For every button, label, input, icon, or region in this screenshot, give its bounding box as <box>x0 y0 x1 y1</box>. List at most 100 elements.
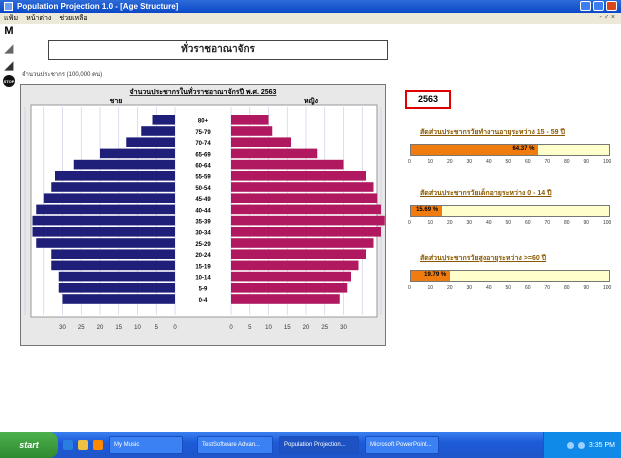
age-label: 20-24 <box>195 253 211 259</box>
age-label: 30-34 <box>195 231 211 237</box>
age-label: 35-39 <box>195 220 211 226</box>
x-tick-label: 0 <box>229 325 233 331</box>
female-bar-15-19 <box>231 260 359 271</box>
male-bar-80+ <box>152 115 175 125</box>
ratio-axis-tick: 10 <box>427 159 434 165</box>
main-client-area: M ◢ ◢ STOP ทั่วราชอาณาจักร จำนวนประชากร … <box>0 24 621 432</box>
ratio-progress-bar: 15.69 % <box>410 205 610 217</box>
ratio-title: สัดส่วนประชากรวัยทำงานอายุระหว่าง 15 - 5… <box>420 129 565 136</box>
ratio-axis-tick: 70 <box>544 285 551 291</box>
ratio-axis-tick: 50 <box>505 285 512 291</box>
female-bar-25-29 <box>231 238 374 248</box>
app-icon <box>4 2 13 11</box>
ratio-progress-bar: 19.79 % <box>410 270 610 282</box>
ratio-axis-tick: 20 <box>447 220 453 226</box>
male-bar-15-19 <box>51 260 175 271</box>
ratio-axis: 0 10 20 30 40 50 60 70 80 90 100 <box>408 159 612 169</box>
ratio-axis-tick: 10 <box>427 220 434 226</box>
female-bar-5-9 <box>231 283 348 293</box>
female-bar-55-59 <box>231 171 366 181</box>
male-bar-55-59 <box>55 171 175 181</box>
female-label: หญิง <box>304 97 319 105</box>
close-button[interactable] <box>606 1 617 11</box>
volume-icon[interactable] <box>577 441 585 449</box>
male-bar-50-54 <box>51 182 175 192</box>
system-tray: 3:35 PM <box>543 432 621 458</box>
ie-icon[interactable] <box>63 440 73 450</box>
ratio-axis-tick: 90 <box>583 285 590 291</box>
media-player-icon[interactable] <box>93 440 103 450</box>
age-label: 15-19 <box>195 264 211 270</box>
male-bar-70-74 <box>126 137 175 147</box>
male-bar-0-4 <box>62 294 175 304</box>
mdi-child-controls[interactable]: - ♂ × <box>599 14 615 21</box>
ratio-axis-tick: 30 <box>466 159 473 165</box>
x-tick-label: 10 <box>134 325 141 331</box>
region-selector[interactable]: ทั่วราชอาณาจักร <box>48 40 388 60</box>
female-bar-40-44 <box>231 204 381 215</box>
ratio-axis-tick: 20 <box>447 285 453 291</box>
unit-note: จำนวนประชากร (100,000 คน) <box>22 72 103 78</box>
age-label: 60-64 <box>195 164 211 170</box>
ratio-axis-tick: 90 <box>583 220 590 226</box>
menu-help[interactable]: ช่วยเหลือ <box>59 13 87 24</box>
female-bar-60-64 <box>231 159 344 170</box>
male-bar-40-44 <box>36 204 175 215</box>
male-bar-5-9 <box>58 283 175 293</box>
folder-icon[interactable] <box>78 440 88 450</box>
task-powerpoint[interactable]: Microsoft PowerPoint... <box>365 436 439 454</box>
female-bar-20-24 <box>231 249 366 259</box>
chart-tool-button[interactable]: ◢ <box>3 41 15 55</box>
ratio-axis-tick: 40 <box>486 220 492 226</box>
ratio-axis-tick: 0 <box>408 285 411 291</box>
male-bar-75-79 <box>141 126 175 136</box>
ratio-axis-tick: 50 <box>505 159 512 165</box>
ratio-axis-tick: 60 <box>525 220 531 226</box>
year-display[interactable]: 2563 <box>405 90 451 109</box>
ratio-title: สัดส่วนประชากรวัยเด็กอายุระหว่าง 0 - 14 … <box>420 190 552 197</box>
ratio-value-label: 19.79 % <box>424 272 447 278</box>
female-bar-65-69 <box>231 148 318 159</box>
population-pyramid-chart: จำนวนประชากรในทั่วราชอาณาจักรปี พ.ศ. 256… <box>24 86 385 331</box>
ratio-axis-tick: 60 <box>525 159 531 165</box>
female-bar-80+ <box>231 115 269 125</box>
task-testsoftware[interactable]: TestSoftware Advan... <box>197 436 273 454</box>
task-population-projection[interactable]: Population Projection... <box>279 436 359 454</box>
female-bar-35-39 <box>231 215 385 226</box>
ratio-axis-tick: 90 <box>583 159 590 165</box>
x-tick-label: 15 <box>115 325 122 331</box>
left-toolbar: M ◢ ◢ STOP <box>3 24 17 90</box>
male-bar-30-34 <box>32 227 175 237</box>
menu-file[interactable]: แฟ้ม <box>4 13 18 24</box>
ratio-axis-tick: 100 <box>603 220 612 226</box>
graph-tool-button[interactable]: ◢ <box>3 58 15 72</box>
model-tool-button[interactable]: M <box>3 24 15 38</box>
maximize-button[interactable] <box>593 1 604 11</box>
age-label: 0-4 <box>199 298 208 304</box>
ratio-axis-tick: 0 <box>408 220 411 226</box>
title-bar: Population Projection 1.0 - [Age Structu… <box>0 0 621 13</box>
female-bar-75-79 <box>231 126 273 136</box>
age-labels: 80+ 75-79 70-74 65-69 60-64 55-59 50-54 45-49 40… <box>177 115 229 304</box>
ratio-axis-tick: 80 <box>564 159 570 165</box>
task-my-music[interactable]: My Music <box>109 436 183 454</box>
age-label: 55-59 <box>195 175 211 181</box>
x-tick-label: 20 <box>97 325 104 331</box>
population-pyramid-panel: จำนวนประชากรในทั่วราชอาณาจักรปี พ.ศ. 256… <box>20 84 386 346</box>
x-axis-ticks: 30 25 20 15 10 5 0 0 5 10 15 20 25 30 <box>59 325 347 331</box>
ratio-title: สัดส่วนประชากรวัยสูงอายุระหว่าง >=60 ปี <box>420 255 547 262</box>
female-bar-10-14 <box>231 271 351 282</box>
age-label: 80+ <box>198 119 209 125</box>
minimize-button[interactable] <box>580 1 591 11</box>
ratio-axis: 0 10 20 30 40 50 60 70 80 90 100 <box>408 220 612 230</box>
start-button[interactable]: start <box>0 432 58 458</box>
age-label: 75-79 <box>195 130 211 136</box>
network-icon[interactable] <box>566 441 574 449</box>
menu-window[interactable]: หน้าต่าง <box>26 13 51 24</box>
stop-button[interactable]: STOP <box>3 75 15 87</box>
ratio-axis-tick: 30 <box>466 285 473 291</box>
clock: 3:35 PM <box>588 441 615 449</box>
age-label: 65-69 <box>195 152 211 158</box>
ratio-progress-bar: 64.37 % <box>410 144 610 156</box>
ratio-axis-tick: 100 <box>603 159 612 165</box>
